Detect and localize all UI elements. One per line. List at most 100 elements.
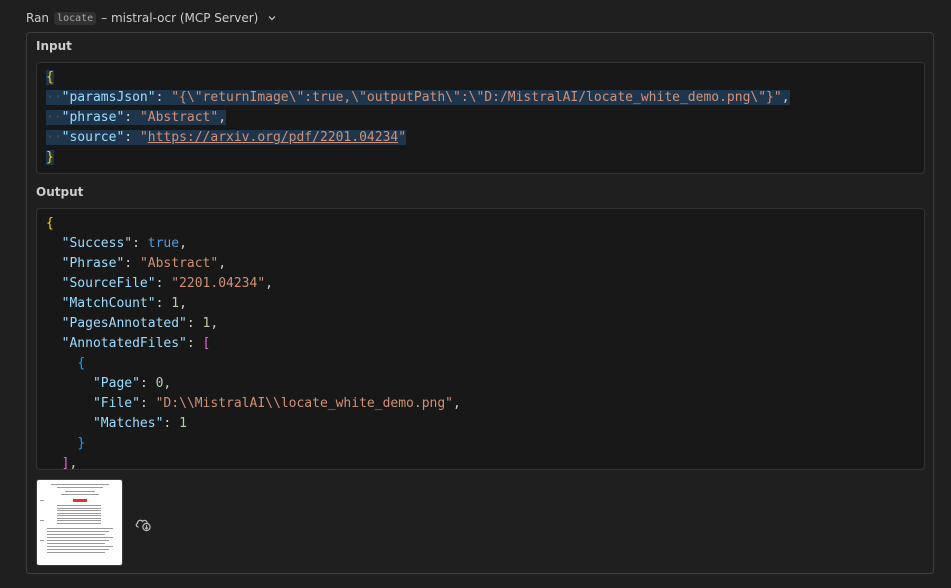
json-key: "Success" (61, 236, 133, 251)
code-line: "SourceFile": "2201.04234", (46, 274, 273, 294)
code-line: ], (46, 454, 78, 470)
input-label: Input (36, 39, 72, 53)
code-line: { (46, 68, 54, 88)
json-token: " (398, 130, 407, 145)
json-token: https://arxiv.org/pdf/2201.04234 (147, 130, 399, 145)
input-code-block[interactable]: {··"paramsJson": "{\"returnImage\":true,… (36, 62, 925, 174)
output-code-block[interactable]: { "Success": true, "Phrase": "Abstract",… (36, 208, 925, 470)
json-token: 1 (171, 296, 180, 311)
json-token: } (77, 436, 86, 451)
json-token: : (163, 416, 180, 431)
whitespace-marker: ·· (46, 90, 62, 105)
json-token: : (155, 296, 172, 311)
json-key: "Phrase" (61, 256, 125, 271)
code-line: "MatchCount": 1, (46, 294, 187, 314)
code-line: "PagesAnnotated": 1, (46, 314, 219, 334)
json-token: , (218, 256, 227, 271)
annotated-image-thumbnail[interactable] (36, 479, 123, 566)
json-token: : (124, 110, 140, 125)
thumbnail-text-line (51, 484, 109, 485)
whitespace-marker: ·· (46, 110, 62, 125)
thumbnail-text-line (57, 522, 101, 524)
json-token: : (139, 396, 156, 411)
tool-run-header[interactable]: Ran locate – mistral-ocr (MCP Server) (26, 9, 277, 27)
thumbnail-text-line (47, 540, 109, 541)
json-token: : (186, 336, 203, 351)
json-key: "AnnotatedFiles" (61, 336, 187, 351)
thumbnail-text-line (57, 487, 103, 488)
json-token: : (124, 130, 140, 145)
json-token: , (163, 376, 172, 391)
tool-result-panel: Input {··"paramsJson": "{\"returnImage\"… (26, 32, 934, 574)
thumbnail-text-line (57, 510, 101, 511)
code-line: "Matches": 1 (46, 414, 187, 434)
json-token: "2201.04234" (171, 276, 266, 291)
code-line: "File": "D:\\MistralAI\\locate_white_dem… (46, 394, 461, 414)
thumbnail-text-line (65, 491, 95, 492)
json-token: { (46, 216, 54, 231)
code-line: ··"paramsJson": "{\"returnImage\":true,\… (46, 88, 790, 108)
json-token: , (265, 276, 273, 291)
ran-label: Ran (26, 11, 50, 25)
thumbnail-text-line (57, 512, 101, 514)
thumbnail-text-line (57, 515, 101, 516)
json-token: : (155, 90, 172, 105)
code-line: { (46, 354, 85, 374)
json-token: " (139, 130, 148, 145)
json-token: "Abstract" (139, 256, 219, 271)
json-key: "MatchCount" (61, 296, 156, 311)
thumbnail-text-line (73, 499, 87, 502)
json-token: : (124, 256, 140, 271)
json-token: , (179, 236, 187, 251)
json-key: "phrase" (61, 110, 125, 125)
thumbnail-text-line (61, 494, 99, 495)
thumbnail-text-line (47, 546, 113, 547)
thumbnail-text-line (57, 520, 101, 521)
server-label: – mistral-ocr (MCP Server) (101, 11, 259, 25)
thumbnail-text-line (47, 528, 113, 529)
code-line: } (46, 434, 85, 454)
json-token: [ (202, 336, 211, 351)
whitespace-marker: ·· (46, 130, 62, 145)
json-token: : (186, 316, 203, 331)
cloud-download-icon[interactable] (134, 516, 152, 532)
code-line: "AnnotatedFiles": [ (46, 334, 211, 354)
thumbnail-text-line (47, 552, 105, 553)
json-token: , (781, 90, 790, 105)
json-key: "Page" (92, 376, 140, 391)
thumbnail-text-line (40, 520, 44, 521)
json-token: "{\"returnImage\":true,\"outputPath\":\"… (171, 90, 782, 105)
json-key: "Matches" (92, 416, 164, 431)
json-token: : (139, 376, 156, 391)
json-token: { (77, 356, 86, 371)
code-line: "Success": true, (46, 234, 187, 254)
code-line: "Page": 0, (46, 374, 171, 394)
tool-name: locate (54, 11, 97, 25)
json-token: , (69, 456, 78, 470)
output-label: Output (36, 185, 84, 199)
thumbnail-text-line (57, 517, 101, 519)
json-token: true (147, 236, 180, 251)
json-token: "Abstract" (139, 110, 219, 125)
thumbnail-text-line (47, 531, 109, 532)
json-token: } (46, 150, 54, 165)
json-key: "PagesAnnotated" (61, 316, 187, 331)
json-token: , (453, 396, 461, 411)
thumbnail-text-line (40, 540, 44, 541)
json-token: , (179, 296, 187, 311)
code-line: "Phrase": "Abstract", (46, 254, 226, 274)
json-key: "paramsJson" (61, 90, 156, 105)
json-key: "File" (92, 396, 140, 411)
thumbnail-text-line (57, 505, 101, 506)
chevron-down-icon[interactable] (267, 13, 277, 23)
json-token: , (210, 316, 219, 331)
json-token: 1 (179, 416, 187, 431)
